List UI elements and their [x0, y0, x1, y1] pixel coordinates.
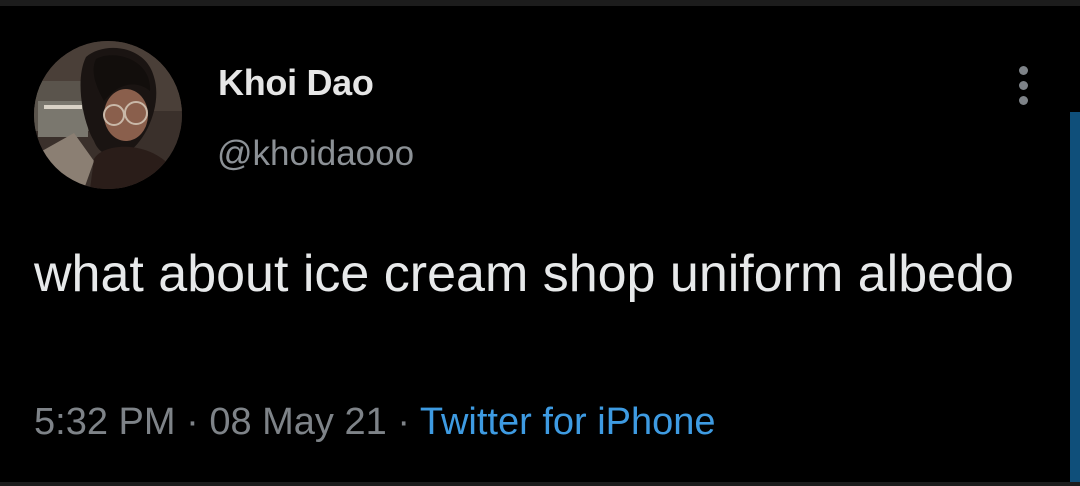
tweet-text: what about ice cream shop uniform albedo — [34, 245, 1014, 303]
more-options-button[interactable] — [1008, 64, 1040, 108]
bottom-divider — [0, 482, 1080, 486]
meta-separator: · — [186, 401, 199, 443]
more-vertical-icon-dot — [1019, 81, 1028, 90]
tweet-source-link[interactable]: Twitter for iPhone — [420, 401, 716, 443]
author-display-name[interactable]: Khoi Dao — [218, 62, 374, 104]
tweet-date[interactable]: 08 May 21 — [209, 401, 386, 443]
meta-separator: · — [397, 401, 410, 443]
scrollbar[interactable] — [1070, 112, 1080, 486]
top-divider — [0, 0, 1080, 6]
more-vertical-icon-dot — [1019, 96, 1028, 105]
avatar-image — [34, 41, 182, 189]
author-handle[interactable]: @khoidaooo — [217, 134, 414, 174]
tweet-metadata: 5:32 PM · 08 May 21 · Twitter for iPhone — [34, 401, 716, 444]
avatar[interactable] — [34, 41, 182, 189]
more-vertical-icon — [1019, 66, 1028, 75]
tweet-time[interactable]: 5:32 PM — [34, 401, 176, 443]
